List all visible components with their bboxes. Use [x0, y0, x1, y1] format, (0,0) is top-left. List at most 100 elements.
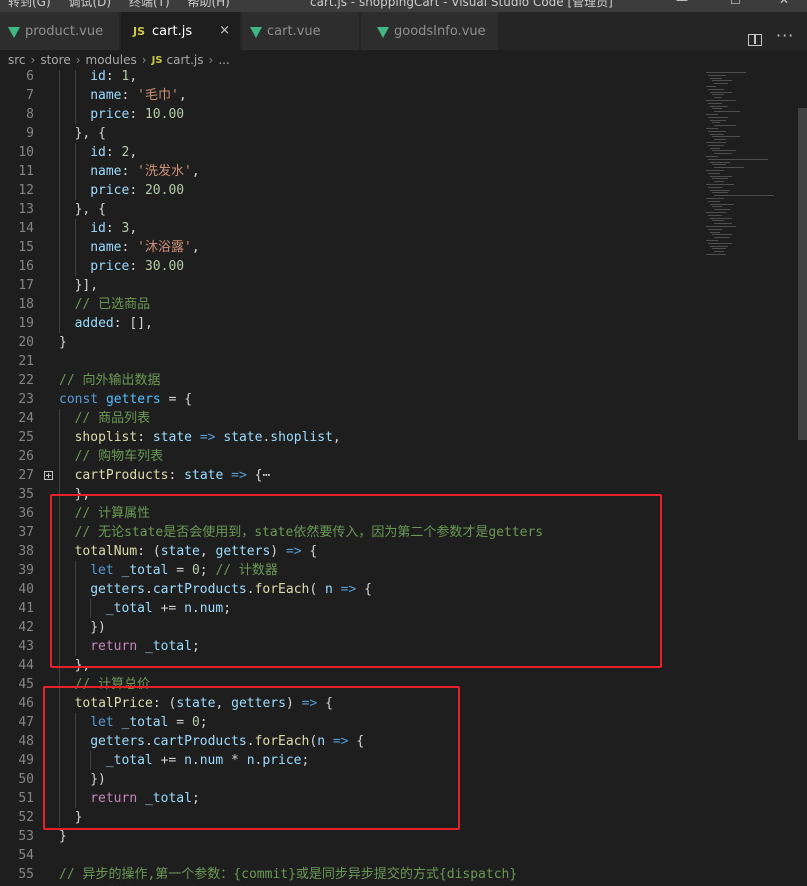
code-text: const getters = {: [59, 390, 192, 409]
code-token: shoplist: [74, 430, 138, 445]
indent-guide: [74, 181, 76, 200]
code-line[interactable]: 12 price: 20.00: [0, 181, 700, 200]
menu-item-debug[interactable]: 调试(D): [69, 0, 112, 9]
tab-cart-js[interactable]: JS cart.js ×: [121, 12, 241, 50]
code-line[interactable]: 19 added: [],: [0, 314, 700, 333]
indent-guide: [74, 143, 76, 162]
breadcrumb-file[interactable]: cart.js: [167, 53, 204, 67]
code-line[interactable]: 17}],: [0, 276, 700, 295]
code-line[interactable]: 21: [0, 352, 700, 371]
minimap-line: [714, 167, 744, 169]
minimap-line: [712, 178, 728, 180]
code-token: =>: [223, 468, 247, 483]
minimap-line: [706, 72, 746, 73]
code-line[interactable]: 16 price: 30.00: [0, 257, 700, 276]
code-line[interactable]: 14 id: 3,: [0, 219, 700, 238]
code-text: added: [],: [75, 314, 153, 333]
breadcrumb-store[interactable]: store: [40, 53, 70, 67]
minimap-line: [708, 116, 728, 118]
minimap-line: [706, 170, 724, 171]
code-line[interactable]: 22 // 向外输出数据: [0, 371, 700, 390]
code-token: : [],: [113, 316, 153, 331]
line-number: 50: [18, 772, 34, 787]
minimap-line: [710, 189, 730, 191]
code-text: name: '洗发水',: [90, 162, 199, 181]
code-line[interactable]: 9}, {: [0, 124, 700, 143]
code-token: }],: [74, 278, 99, 293]
breadcrumb-src[interactable]: src: [8, 53, 26, 67]
line-number: 10: [18, 145, 34, 160]
code-text: price: 30.00: [90, 257, 184, 276]
minimize-button[interactable]: —: [676, 0, 688, 7]
close-tab-icon[interactable]: ×: [219, 23, 230, 38]
code-token: 10.00: [144, 107, 185, 122]
line-number: 19: [18, 316, 34, 331]
tab-cart-vue[interactable]: cart.vue: [242, 12, 360, 50]
indent-guide: [59, 314, 60, 333]
code-line[interactable]: 7 name: '毛巾',: [0, 86, 700, 105]
indent-guide: [59, 409, 60, 428]
split-editor-icon[interactable]: [748, 34, 762, 46]
vue-icon: [377, 26, 389, 38]
code-line[interactable]: 18 // 已选商品: [0, 295, 700, 314]
code-line[interactable]: 27 cartProducts: state => {⋯: [0, 466, 700, 485]
more-actions-icon[interactable]: ···: [776, 26, 794, 45]
chevron-right-icon: ›: [75, 53, 81, 67]
code-token: ,: [129, 221, 138, 236]
breadcrumb-symbol[interactable]: ...: [218, 53, 229, 67]
minimap-line: [706, 212, 726, 213]
minimap-line: [714, 125, 736, 127]
code-text: // 异步的操作,第一个参数：{commit}或是同步异步提交的方式{dispa…: [59, 865, 517, 884]
line-number: 13: [18, 202, 34, 217]
minimap-line: [708, 74, 726, 76]
code-line[interactable]: 6 id: 1,: [0, 70, 700, 86]
code-token: :: [105, 145, 122, 160]
line-number: 21: [18, 354, 34, 369]
menu-item-help[interactable]: 帮助(H): [187, 0, 229, 9]
fold-expand-icon[interactable]: [44, 471, 53, 480]
code-line[interactable]: 26 // 购物车列表: [0, 447, 700, 466]
minimap-line: [708, 242, 732, 244]
code-token: :: [121, 164, 138, 179]
indent-guide: [59, 238, 60, 257]
code-text: id: 3,: [90, 219, 137, 238]
code-line[interactable]: 11 name: '洗发水',: [0, 162, 700, 181]
minimap-line: [714, 181, 724, 183]
code-line[interactable]: 25 shoplist: state => state.shoplist,: [0, 428, 700, 447]
scrollbar-thumb[interactable]: [798, 108, 807, 440]
tab-goodsinfo-vue[interactable]: goodsInfo.vue: [361, 12, 499, 50]
breadcrumb-modules[interactable]: modules: [86, 53, 137, 67]
menu-item-goto[interactable]: 转到(G): [8, 0, 51, 9]
code-token: ,: [191, 240, 200, 255]
indent-guide: [74, 162, 76, 181]
code-line[interactable]: 13 }, {: [0, 200, 700, 219]
code-line[interactable]: 24 // 商品列表: [0, 409, 700, 428]
line-number: 22: [18, 373, 34, 388]
minimap-line: [710, 217, 732, 219]
highlight-box-totalnum: [50, 494, 662, 668]
code-token: '洗发水': [137, 164, 192, 179]
line-number: 24: [18, 411, 34, 426]
code-line[interactable]: 23 const getters = {: [0, 390, 700, 409]
code-token: name: [90, 88, 122, 103]
minimap-line: [712, 248, 726, 250]
maximize-button[interactable]: ☐: [730, 0, 741, 7]
tab-product-vue[interactable]: product.vue: [0, 12, 120, 50]
code-line[interactable]: 15 name: '沐浴露',: [0, 238, 700, 257]
close-window-button[interactable]: ✕: [779, 0, 789, 7]
code-token: }, {: [74, 202, 106, 217]
code-line[interactable]: 20}: [0, 333, 700, 352]
code-line[interactable]: 55 // 异步的操作,第一个参数：{commit}或是同步异步提交的方式{dis…: [0, 865, 700, 884]
line-number: 20: [18, 335, 34, 350]
code-token: :: [168, 468, 185, 483]
code-line[interactable]: 54: [0, 846, 700, 865]
minimap-line: [714, 223, 732, 225]
code-token: name: [90, 240, 122, 255]
code-token: price: [90, 259, 130, 274]
minimap[interactable]: [706, 70, 792, 270]
code-token: // 异步的操作,第一个参数：{commit}或是同步异步提交的方式{dispa…: [59, 867, 518, 882]
menu-item-terminal[interactable]: 终端(T): [129, 0, 170, 9]
code-token: price: [90, 107, 130, 122]
code-line[interactable]: 10 id: 2,: [0, 143, 700, 162]
code-line[interactable]: 8 price: 10.00: [0, 105, 700, 124]
